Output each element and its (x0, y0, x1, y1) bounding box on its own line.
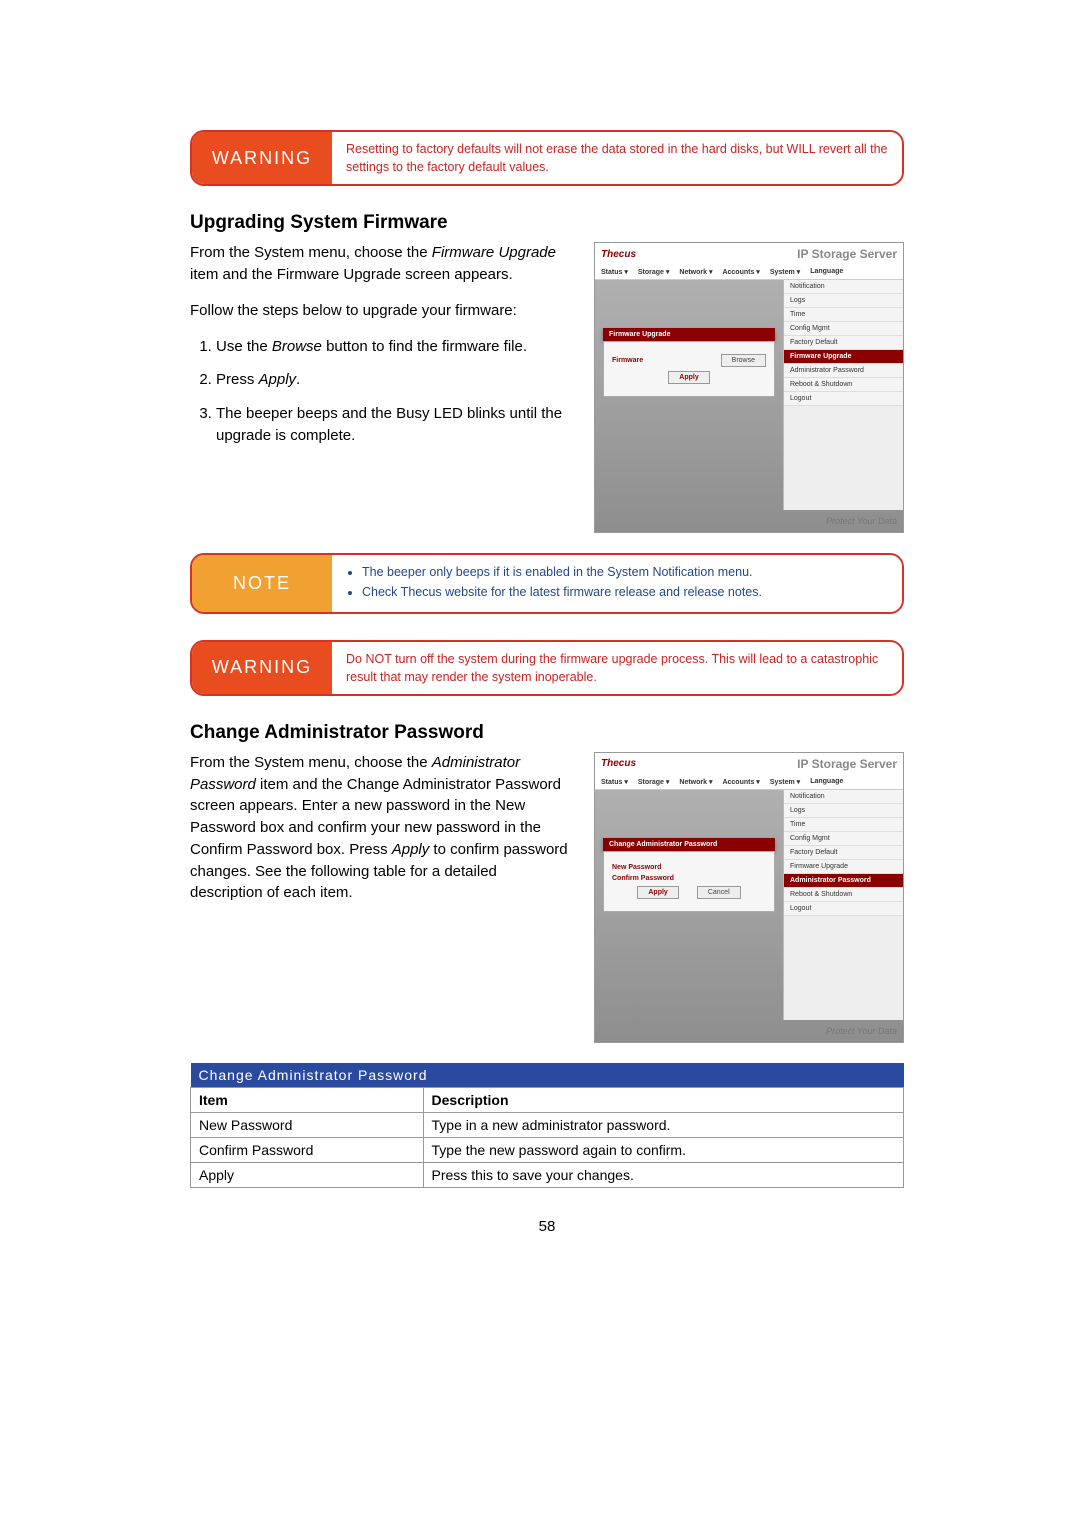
document-page: WARNING Resetting to factory defaults wi… (0, 0, 1080, 1275)
section1-text: From the System menu, choose the Firmwar… (190, 242, 572, 533)
warning-callout-2: WARNING Do NOT turn off the system durin… (190, 640, 904, 696)
warning-label: WARNING (192, 132, 332, 184)
thecus-logo: Thecus (601, 249, 636, 260)
side-menu-item[interactable]: Notification (784, 280, 903, 294)
side-menu-item[interactable]: Logs (784, 804, 903, 818)
app-title: IP Storage Server (640, 247, 897, 261)
screenshot-admin-password: Thecus IP Storage Server Status ▾ Storage… (594, 752, 904, 1043)
confirm-password-label: Confirm Password (612, 875, 674, 882)
cancel-button-pw[interactable]: Cancel (697, 886, 741, 899)
step-1: Use the Browse button to find the firmwa… (216, 336, 572, 358)
note-body: The beeper only beeps if it is enabled i… (332, 555, 902, 611)
top-menu-item[interactable]: Storage ▾ (638, 778, 670, 786)
apply-button-fw[interactable]: Apply (668, 371, 709, 384)
top-menu-item[interactable]: Status ▾ (601, 268, 628, 276)
app-title-2: IP Storage Server (640, 757, 897, 771)
side-menu-item[interactable]: Reboot & Shutdown (784, 888, 903, 902)
side-menu-item[interactable]: Logout (784, 392, 903, 406)
top-menu-item[interactable]: System ▾ (770, 778, 800, 786)
note-callout: NOTE The beeper only beeps if it is enab… (190, 553, 904, 613)
warning-label-2: WARNING (192, 642, 332, 694)
step-2: Press Apply. (216, 369, 572, 391)
side-menu-item[interactable]: Notification (784, 790, 903, 804)
thecus-logo-2: Thecus (601, 758, 636, 769)
side-menu-item[interactable]: Time (784, 818, 903, 832)
side-menu-item[interactable]: Firmware Upgrade (784, 860, 903, 874)
heading-firmware-upgrade: Upgrading System Firmware (190, 212, 904, 234)
page-number: 58 (190, 1218, 904, 1235)
top-menu-item[interactable]: Accounts ▾ (722, 778, 759, 786)
side-menu-item[interactable]: Logout (784, 902, 903, 916)
side-menu-item[interactable]: Time (784, 308, 903, 322)
note-label: NOTE (192, 555, 332, 611)
section2-text: From the System menu, choose the Adminis… (190, 752, 572, 1043)
top-menu-item[interactable]: Status ▾ (601, 778, 628, 786)
top-menu-item[interactable]: Storage ▾ (638, 268, 670, 276)
side-menu-item[interactable]: Factory Default (784, 336, 903, 350)
side-menu-item[interactable]: Config Mgmt (784, 322, 903, 336)
table-caption: Change Administrator Password (191, 1063, 904, 1088)
side-menu-item[interactable]: Config Mgmt (784, 832, 903, 846)
admin-password-table: Change Administrator Password Item Descr… (190, 1063, 904, 1188)
side-menu-item[interactable]: Administrator Password (784, 364, 903, 378)
firmware-field-label: Firmware (612, 357, 643, 364)
table-col-description: Description (423, 1087, 903, 1112)
table-row: Confirm PasswordType the new password ag… (191, 1137, 904, 1162)
apply-button-pw[interactable]: Apply (637, 886, 678, 899)
table-col-item: Item (191, 1087, 424, 1112)
step-3: The beeper beeps and the Busy LED blinks… (216, 403, 572, 447)
table-row: New PasswordType in a new administrator … (191, 1112, 904, 1137)
side-menu-item[interactable]: Factory Default (784, 846, 903, 860)
screenshot-firmware-upgrade: Thecus IP Storage Server Status ▾ Storage… (594, 242, 904, 533)
new-password-label: New Password (612, 864, 661, 871)
top-menu-item[interactable]: Network ▾ (679, 778, 712, 786)
side-menu-item[interactable]: Firmware Upgrade (784, 350, 903, 364)
top-menu-item[interactable]: Accounts ▾ (722, 268, 759, 276)
warning-text-2: Do NOT turn off the system during the fi… (332, 642, 902, 694)
side-menu-item[interactable]: Reboot & Shutdown (784, 378, 903, 392)
system-side-menu-2: NotificationLogsTimeConfig MgmtFactory D… (783, 790, 903, 1020)
browse-button[interactable]: Browse (721, 354, 766, 367)
table-row: ApplyPress this to save your changes. (191, 1162, 904, 1187)
top-menu-item[interactable]: Language (810, 268, 843, 276)
side-menu-item[interactable]: Administrator Password (784, 874, 903, 888)
top-menu-item[interactable]: Language (810, 778, 843, 786)
warning-callout-1: WARNING Resetting to factory defaults wi… (190, 130, 904, 186)
top-menu-bar: Status ▾ Storage ▾ Network ▾ Accounts ▾ Syst… (595, 265, 903, 280)
top-menu-item[interactable]: System ▾ (770, 268, 800, 276)
footer-tagline-2: Protect Your Data (595, 1020, 903, 1042)
panel-title-password: Change Administrator Password (603, 838, 775, 851)
heading-admin-password: Change Administrator Password (190, 722, 904, 744)
side-menu-item[interactable]: Logs (784, 294, 903, 308)
system-side-menu-1: NotificationLogsTimeConfig MgmtFactory D… (783, 280, 903, 510)
top-menu-bar-2: Status ▾ Storage ▾ Network ▾ Accounts ▾ Syst… (595, 775, 903, 790)
top-menu-item[interactable]: Network ▾ (679, 268, 712, 276)
warning-text: Resetting to factory defaults will not e… (332, 132, 902, 184)
panel-title-firmware: Firmware Upgrade (603, 328, 775, 341)
footer-tagline: Protect Your Data (595, 510, 903, 532)
